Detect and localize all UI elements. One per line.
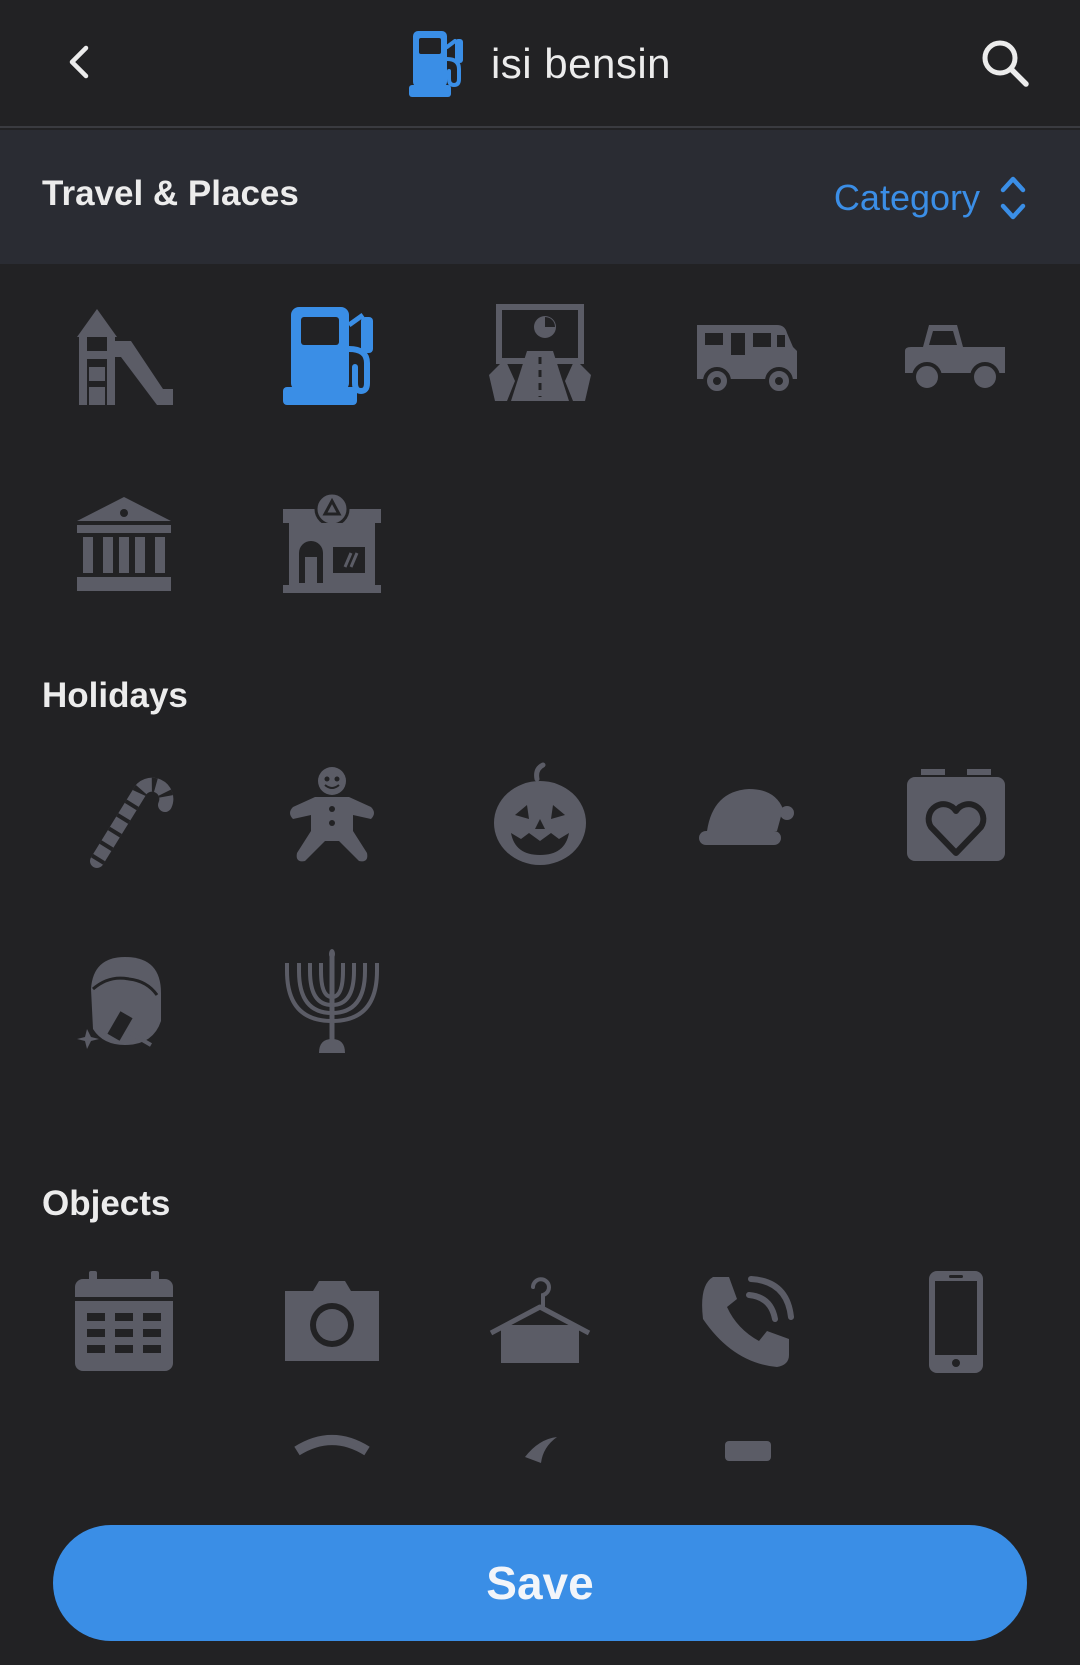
sort-arrows-icon [1000,176,1026,220]
back-button[interactable] [50,32,110,92]
search-button[interactable] [970,28,1040,98]
icon-option-pickup-truck[interactable] [896,296,1016,416]
category-label: Category [833,177,980,218]
icon-option-store[interactable] [272,486,392,606]
gas-pump-icon [283,307,373,405]
icon-option-mobile-phone[interactable] [896,1262,1016,1382]
save-button[interactable]: Save [53,1525,1027,1641]
icon-option-road-map[interactable] [480,296,600,416]
icon-option-santa-hat[interactable] [688,756,808,876]
icon-option-calendar[interactable] [64,1262,184,1382]
phone-ringing-icon [702,1276,794,1367]
icon-option-jack-o-lantern[interactable] [480,756,600,876]
icon-option-hanger[interactable] [480,1262,600,1382]
face-shaving-icon [77,957,161,1049]
pickup-truck-icon [905,325,1005,392]
calendar-icon [75,1271,173,1371]
icon-option-face-shaving[interactable] [64,944,184,1064]
icon-picker-screen: isi bensin Travel & Places Category Holi… [0,0,1080,1665]
icon-option-candy-cane[interactable] [64,756,184,876]
icon-option-camper-van[interactable] [688,296,808,416]
road-map-icon [489,304,591,401]
icon-option-gas-pump[interactable] [272,296,392,416]
category-bar: Travel & Places Category [0,130,1080,264]
mobile-phone-icon [929,1271,983,1373]
search-icon [982,40,1029,87]
icon-option-bank-building[interactable] [64,486,184,606]
icon-option-gingerbread-man[interactable] [272,756,392,876]
hanger-icon [489,1277,591,1363]
store-icon [283,491,381,593]
current-section-title: Travel & Places [42,174,299,213]
camper-van-icon [697,325,797,395]
gas-pump-icon [408,31,463,97]
section-title-holidays: Holidays [42,676,188,715]
icon-option-calendar-heart[interactable] [896,756,1016,876]
candy-cane-icon [90,777,174,868]
bank-building-icon [77,497,171,591]
icon-option-phone-ringing[interactable] [688,1262,808,1382]
section-title-objects: Objects [42,1184,171,1223]
gingerbread-man-icon [290,767,374,862]
playground-icon [77,309,173,405]
menorah-icon [285,949,379,1053]
category-selector-button[interactable]: Category [834,168,1028,228]
icon-grid-content: Holidays Objects [0,264,1080,1665]
header-title-group: isi bensin [0,0,1080,128]
page-title: isi bensin [490,40,672,87]
camera-icon [285,1281,379,1361]
jack-o-lantern-icon [494,762,586,865]
calendar-heart-icon [907,769,1005,861]
app-header: isi bensin [0,0,1080,128]
chevron-left-icon [69,45,89,79]
icon-option-menorah[interactable] [272,944,392,1064]
icon-option-camera[interactable] [272,1262,392,1382]
icon-option-playground[interactable] [64,296,184,416]
santa-hat-icon [699,789,794,845]
